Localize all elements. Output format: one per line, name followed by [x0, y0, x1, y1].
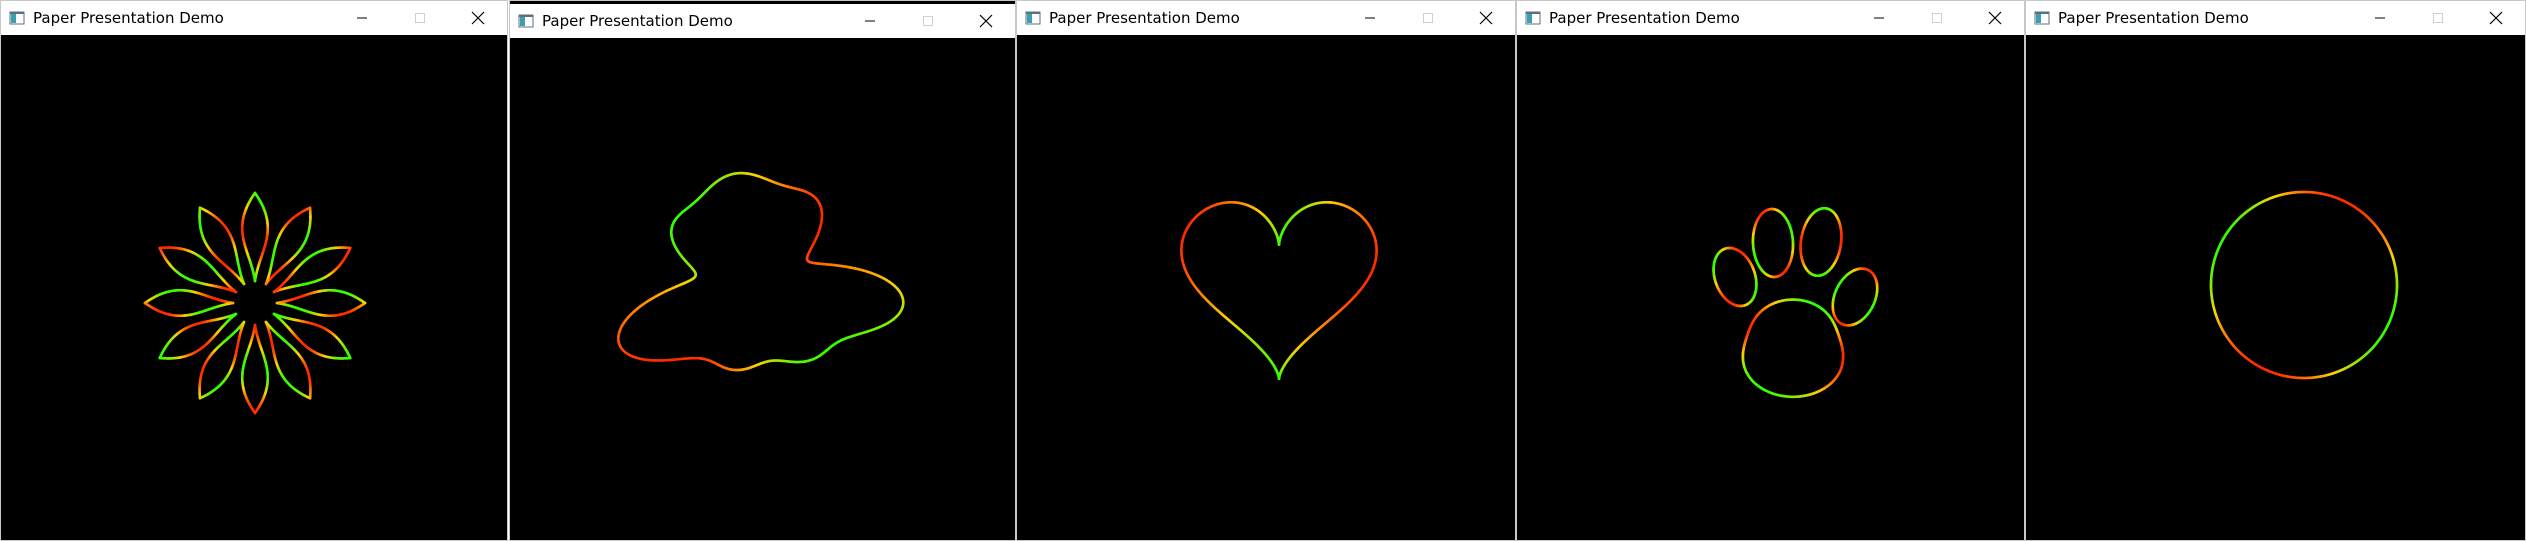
flower-shape [143, 191, 367, 415]
close-icon [979, 14, 993, 28]
title-bar[interactable]: Paper Presentation Demo [1517, 1, 2024, 35]
blob-outline [617, 171, 905, 372]
circle-outline [2209, 190, 2399, 380]
flower-petal [275, 288, 367, 318]
window-title: Paper Presentation Demo [33, 9, 224, 27]
window-title: Paper Presentation Demo [1549, 9, 1740, 27]
title-bar[interactable]: Paper Presentation Demo [1, 1, 507, 35]
minimize-icon [357, 17, 367, 19]
minimize-button[interactable] [2351, 1, 2409, 35]
maximize-button[interactable] [1399, 1, 1457, 35]
flower-petal [198, 320, 246, 400]
minimize-button[interactable] [1850, 1, 1908, 35]
maximize-icon [923, 16, 933, 26]
flower-petal [272, 246, 352, 294]
drawing-canvas[interactable] [1017, 35, 1515, 540]
heart-outline [1180, 200, 1378, 381]
drawing-canvas[interactable] [1, 35, 507, 540]
paw-toe [1831, 267, 1879, 327]
minimize-button[interactable] [333, 1, 391, 35]
window-title: Paper Presentation Demo [542, 12, 733, 30]
paw-main-pad [1741, 298, 1845, 399]
app-window-icon [9, 11, 25, 25]
title-bar[interactable]: Paper Presentation Demo [1017, 1, 1515, 35]
app-window-4[interactable]: Paper Presentation Demo [1516, 0, 2025, 541]
title-bar[interactable]: Paper Presentation Demo [2026, 1, 2525, 35]
minimize-icon [1874, 17, 1884, 19]
flower-petal [143, 288, 235, 318]
minimize-icon [865, 20, 875, 22]
close-button[interactable] [1966, 1, 2024, 35]
minimize-button[interactable] [1341, 1, 1399, 35]
app-window-icon [2034, 11, 2050, 25]
maximize-button[interactable] [2409, 1, 2467, 35]
maximize-icon [1932, 13, 1942, 23]
close-button[interactable] [2467, 1, 2525, 35]
paw-toe [1712, 246, 1758, 308]
heart-shape [1180, 200, 1378, 381]
app-window-icon [1525, 11, 1541, 25]
app-window-icon [1025, 11, 1041, 25]
flower-petal [158, 312, 238, 360]
close-icon [1479, 11, 1493, 25]
paw-shape [1712, 206, 1879, 399]
flower-petal [264, 320, 312, 400]
minimize-icon [1365, 17, 1375, 19]
maximize-icon [415, 13, 425, 23]
flower-petal [264, 206, 312, 286]
maximize-button[interactable] [391, 1, 449, 35]
title-bar[interactable]: Paper Presentation Demo [510, 4, 1015, 38]
maximize-icon [1423, 13, 1433, 23]
close-icon [471, 11, 485, 25]
maximize-button[interactable] [899, 4, 957, 38]
paw-toe [1751, 207, 1795, 279]
flower-petal [198, 206, 246, 286]
blob-shape [617, 171, 905, 372]
window-title: Paper Presentation Demo [1049, 9, 1240, 27]
drawing-canvas[interactable] [1517, 35, 2024, 540]
drawing-canvas[interactable] [510, 38, 1015, 540]
app-window-1[interactable]: Paper Presentation Demo [0, 0, 508, 541]
window-title: Paper Presentation Demo [2058, 9, 2249, 27]
close-button[interactable] [449, 1, 507, 35]
close-icon [2489, 11, 2503, 25]
close-icon [1988, 11, 2002, 25]
maximize-button[interactable] [1908, 1, 1966, 35]
app-window-2[interactable]: Paper Presentation Demo [509, 0, 1016, 541]
circle-shape [2209, 190, 2399, 380]
flower-petal [272, 312, 352, 360]
maximize-icon [2433, 13, 2443, 23]
close-button[interactable] [957, 4, 1015, 38]
close-button[interactable] [1457, 1, 1515, 35]
app-window-5[interactable]: Paper Presentation Demo [2025, 0, 2526, 541]
minimize-button[interactable] [841, 4, 899, 38]
drawing-canvas[interactable] [2026, 35, 2525, 540]
flower-petal [240, 323, 270, 415]
app-window-3[interactable]: Paper Presentation Demo [1016, 0, 1516, 541]
flower-petal [158, 246, 238, 294]
flower-petal [240, 191, 270, 283]
app-window-icon [518, 14, 534, 28]
paw-toe [1799, 206, 1843, 278]
minimize-icon [2375, 17, 2385, 19]
